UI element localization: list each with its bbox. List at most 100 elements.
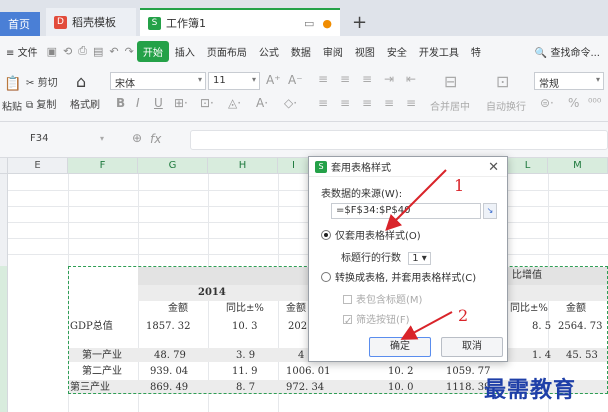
column-header-l[interactable]: L bbox=[508, 158, 548, 174]
copy-icon: ⧉ bbox=[26, 100, 34, 111]
tab-home[interactable]: 首页 bbox=[0, 12, 40, 36]
print-icon[interactable]: ⎙ bbox=[75, 44, 90, 58]
tab-templates[interactable]: D 稻壳模板 bbox=[46, 8, 136, 36]
font-grow-icon[interactable]: A⁺ bbox=[266, 73, 281, 87]
currency-icon[interactable]: ⊜· bbox=[540, 96, 554, 110]
row-headers[interactable] bbox=[0, 174, 8, 266]
align-bottom-icon[interactable]: ≡ bbox=[362, 72, 372, 86]
menu-bar: ≡ 文件 ▣ ⟲ ⎙ ▤ ↶ ↷ 开始 插入 页面布局 公式 数据 审阅 视图 … bbox=[0, 36, 608, 66]
format-painter-icon[interactable]: ⌂ bbox=[76, 72, 86, 91]
tab-workbook[interactable]: S 工作簿1 ▭ ● bbox=[140, 8, 340, 36]
chevron-down-icon[interactable]: ▾ bbox=[100, 134, 104, 143]
menu-start[interactable]: 开始 bbox=[136, 40, 169, 62]
number-format-value: 常规 bbox=[539, 79, 559, 90]
wrap-icon[interactable]: ⊡ bbox=[496, 72, 509, 91]
column-header-i[interactable]: I bbox=[278, 158, 310, 174]
option-style-only-label: 仅套用表格样式(O) bbox=[335, 231, 421, 242]
redo-icon[interactable]: ↷ bbox=[122, 45, 137, 58]
format-painter-button[interactable]: 格式刷 bbox=[70, 96, 100, 111]
align-top-icon[interactable]: ≡ bbox=[318, 72, 328, 86]
menu-view[interactable]: 视图 bbox=[349, 44, 381, 59]
menu-page-layout[interactable]: 页面布局 bbox=[201, 44, 253, 59]
formula-input[interactable] bbox=[190, 130, 608, 150]
menu-icon[interactable]: ≡ 文件 bbox=[0, 44, 44, 59]
align-left-icon[interactable]: ≡ bbox=[318, 96, 328, 110]
source-range-input[interactable]: =$F$34:$P$40 bbox=[331, 203, 481, 219]
align-middle-icon[interactable]: ≡ bbox=[340, 72, 350, 86]
chevron-down-icon: ▾ bbox=[595, 75, 600, 84]
save-icon[interactable]: ▣ bbox=[44, 45, 60, 58]
indent-icon[interactable]: ⇥ bbox=[384, 72, 394, 86]
font-color-icon[interactable]: A· bbox=[256, 96, 268, 110]
tab-workbook-label: 工作簿1 bbox=[166, 17, 206, 30]
close-icon[interactable]: ✕ bbox=[488, 160, 499, 175]
clear-icon[interactable]: ◇· bbox=[284, 96, 297, 110]
name-box[interactable]: F34 bbox=[6, 130, 110, 150]
checkbox-filter-button[interactable]: ✓ bbox=[343, 314, 352, 327]
underline-icon[interactable]: U bbox=[154, 96, 163, 110]
zoom-icon[interactable]: ⊕ bbox=[132, 131, 142, 145]
ok-button[interactable]: 确定 bbox=[369, 337, 431, 357]
cancel-button[interactable]: 取消 bbox=[441, 337, 503, 357]
new-tab-button[interactable]: + bbox=[352, 12, 367, 33]
search-icon: 🔍 bbox=[534, 47, 548, 59]
corner-header[interactable] bbox=[0, 158, 8, 174]
distribute-icon[interactable]: ≡ bbox=[406, 96, 416, 110]
paste-button[interactable]: 粘贴 bbox=[2, 98, 22, 113]
menu-review[interactable]: 审阅 bbox=[317, 44, 349, 59]
checkbox-include-header[interactable] bbox=[343, 294, 352, 304]
column-header-g[interactable]: G bbox=[138, 158, 208, 174]
filter-button-option[interactable]: ✓ 筛选按钮(F) bbox=[343, 311, 410, 327]
merge-icon[interactable]: ⊟ bbox=[444, 72, 457, 91]
cell-format-icon[interactable]: ⊡· bbox=[200, 96, 214, 110]
header-rows-spinner[interactable]: 1 ▾ bbox=[408, 252, 431, 265]
column-header-h[interactable]: H bbox=[208, 158, 278, 174]
preview-icon[interactable]: ▤ bbox=[90, 45, 106, 58]
copy-button[interactable]: ⧉ 复制 bbox=[26, 96, 56, 111]
cut-button[interactable]: ✂ 剪切 bbox=[26, 74, 58, 89]
number-format-select[interactable]: 常规 ▾ bbox=[534, 72, 604, 90]
menu-insert[interactable]: 插入 bbox=[169, 44, 201, 59]
font-name-select[interactable]: 宋体 ▾ bbox=[110, 72, 206, 90]
align-right-icon[interactable]: ≡ bbox=[362, 96, 372, 110]
tab-bar: 首页 D 稻壳模板 S 工作簿1 ▭ ● + bbox=[0, 0, 608, 36]
wrap-text-button[interactable]: 自动换行 bbox=[486, 98, 526, 113]
command-search[interactable]: 🔍 查找命令... bbox=[535, 44, 608, 59]
undo-history-icon[interactable]: ⟲ bbox=[60, 45, 75, 58]
fx-icon[interactable]: fx bbox=[150, 132, 161, 146]
justify-icon[interactable]: ≡ bbox=[384, 96, 394, 110]
menu-formula[interactable]: 公式 bbox=[253, 44, 285, 59]
radio-style-only[interactable] bbox=[321, 230, 331, 240]
outdent-icon[interactable]: ⇤ bbox=[406, 72, 416, 86]
undo-icon[interactable]: ↶ bbox=[106, 45, 121, 58]
menu-special[interactable]: 特 bbox=[465, 44, 487, 59]
spreadsheet-icon: S bbox=[315, 160, 327, 173]
column-header-m[interactable]: M bbox=[548, 158, 608, 174]
percent-icon[interactable]: % bbox=[568, 96, 579, 110]
window-icon[interactable]: ▭ bbox=[304, 17, 314, 30]
border-icon[interactable]: ⊞· bbox=[174, 96, 188, 110]
column-header-f[interactable]: F bbox=[68, 158, 138, 174]
radio-convert[interactable] bbox=[321, 272, 331, 282]
font-size-select[interactable]: 11 ▾ bbox=[208, 72, 260, 90]
fill-color-icon[interactable]: ◬· bbox=[228, 96, 241, 110]
scissors-icon: ✂ bbox=[26, 78, 35, 89]
bold-icon[interactable]: B bbox=[116, 96, 125, 110]
italic-icon[interactable]: I bbox=[136, 96, 140, 110]
comma-icon[interactable]: ⁰⁰⁰ bbox=[588, 96, 601, 109]
option-style-only[interactable]: 仅套用表格样式(O) bbox=[321, 227, 421, 242]
menu-devtools[interactable]: 开发工具 bbox=[413, 44, 465, 59]
option-convert[interactable]: 转换成表格, 并套用表格样式(C) bbox=[321, 269, 476, 284]
row-headers-selected[interactable] bbox=[0, 266, 8, 412]
menu-file[interactable]: 文件 bbox=[18, 48, 38, 59]
header-rows-label: 标题行的行数 bbox=[341, 253, 401, 264]
menu-data[interactable]: 数据 bbox=[285, 44, 317, 59]
column-header-e[interactable]: E bbox=[8, 158, 68, 174]
range-picker-icon[interactable]: ↘ bbox=[483, 203, 497, 219]
font-shrink-icon[interactable]: A⁻ bbox=[288, 73, 303, 87]
merge-center-button[interactable]: 合并居中 bbox=[430, 98, 470, 113]
include-header-option[interactable]: 表包含标题(M) bbox=[343, 291, 422, 306]
menu-security[interactable]: 安全 bbox=[381, 44, 413, 59]
align-center-icon[interactable]: ≡ bbox=[340, 96, 350, 110]
paste-icon[interactable]: 📋 bbox=[4, 76, 21, 92]
